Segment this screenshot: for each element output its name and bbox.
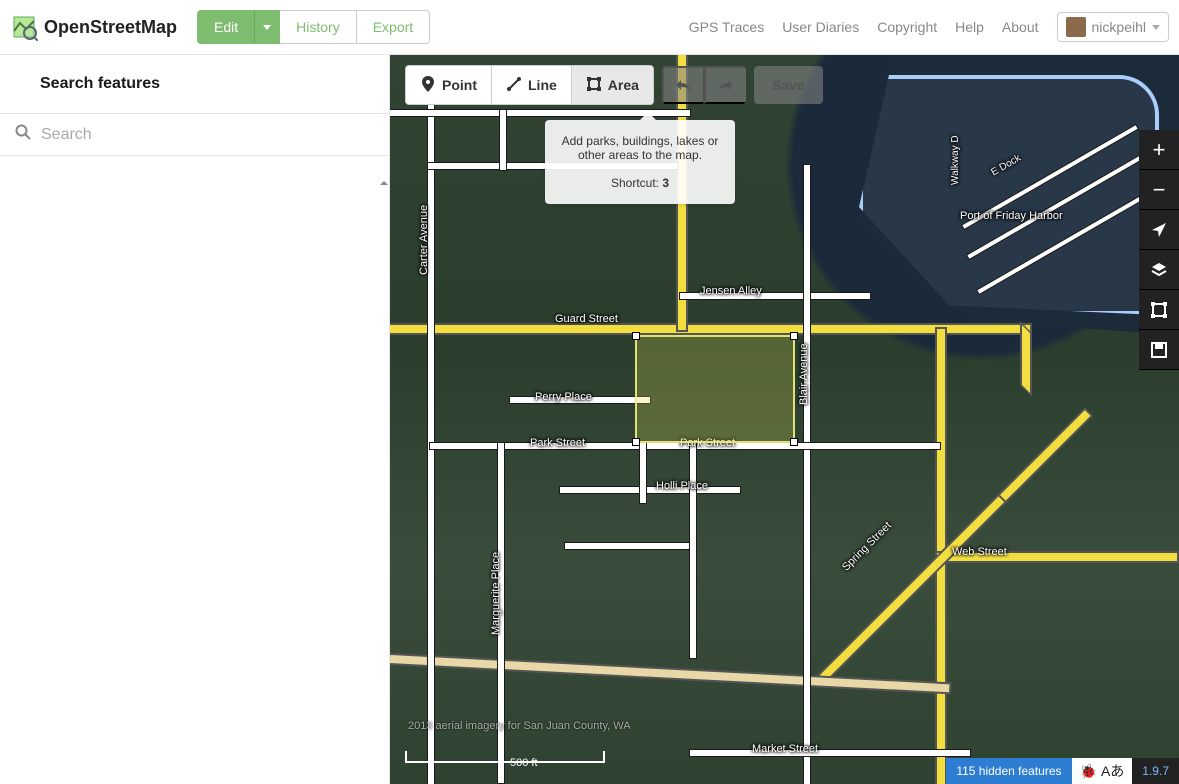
- secondary-nav: GPS Traces User Diaries Copyright Help A…: [689, 12, 1169, 42]
- copyright-link[interactable]: Copyright: [877, 19, 937, 35]
- map-controls: + −: [1139, 130, 1179, 370]
- label-port: Port of Friday Harbor: [960, 210, 1063, 222]
- label-web-street: Web Street: [952, 546, 1007, 558]
- area-tool-button[interactable]: Area: [572, 66, 653, 104]
- label-market-street: Market Street: [752, 743, 818, 755]
- feedback-button[interactable]: 🐞Aあ: [1072, 758, 1133, 784]
- redo-button[interactable]: [704, 66, 746, 104]
- draw-tool-group: Point Line Area: [405, 65, 654, 105]
- layers-button[interactable]: [1139, 250, 1179, 290]
- road-segment[interactable]: [640, 443, 646, 503]
- translate-icon: Aあ: [1101, 761, 1124, 781]
- sidebar-scrollbar[interactable]: [379, 175, 389, 225]
- caret-down-icon: [1152, 25, 1160, 30]
- scale-label: 500 ft: [510, 757, 538, 769]
- minus-icon: −: [1153, 179, 1166, 201]
- username: nickpeihl: [1092, 19, 1146, 35]
- plus-icon: +: [1153, 139, 1166, 161]
- area-tooltip: Add parks, buildings, lakes or other are…: [545, 120, 735, 204]
- sidebar-title: Search features: [0, 55, 389, 113]
- brand-text: OpenStreetMap: [44, 17, 177, 38]
- line-tool-button[interactable]: Line: [492, 66, 572, 104]
- pin-icon: [420, 76, 436, 95]
- point-tool-button[interactable]: Point: [406, 66, 492, 104]
- gps-traces-link[interactable]: GPS Traces: [689, 19, 764, 35]
- label-perry-place: Perry Place: [535, 391, 592, 403]
- primary-nav: Edit History Export: [197, 10, 430, 44]
- map-data-button[interactable]: [1139, 290, 1179, 330]
- editor-toolbar: Point Line Area Save: [405, 65, 823, 105]
- selected-area[interactable]: [635, 335, 795, 443]
- caret-down-icon: [263, 25, 271, 30]
- edit-dropdown-button[interactable]: [254, 10, 280, 44]
- user-menu[interactable]: nickpeihl: [1057, 12, 1169, 42]
- search-row: [0, 113, 389, 156]
- zoom-out-button[interactable]: −: [1139, 170, 1179, 210]
- scale-bar: 500 ft: [405, 751, 605, 769]
- tooltip-text: Add parks, buildings, lakes or other are…: [555, 134, 725, 162]
- label-carter-avenue: Carter Avenue: [418, 205, 430, 275]
- label-holli-place: Holli Place: [656, 480, 708, 492]
- road-carter-avenue[interactable]: [428, 75, 434, 784]
- road-market-street[interactable]: [690, 750, 970, 756]
- hidden-features-button[interactable]: 115 hidden features: [946, 758, 1071, 784]
- help-link[interactable]: Help: [955, 19, 984, 35]
- bug-icon: 🐞: [1080, 763, 1097, 780]
- save-to-device-icon: [1150, 341, 1168, 359]
- save-button[interactable]: Save: [754, 66, 823, 104]
- search-icon: [15, 124, 31, 145]
- resize-handle[interactable]: [790, 332, 798, 340]
- version-label[interactable]: 1.9.7: [1132, 758, 1179, 784]
- area-label: Area: [608, 77, 639, 93]
- resize-handle[interactable]: [632, 438, 640, 446]
- sidebar: Search features: [0, 55, 390, 784]
- map-data-icon: [1150, 301, 1168, 319]
- point-label: Point: [442, 77, 477, 93]
- export-button[interactable]: Export: [357, 10, 430, 44]
- zoom-in-button[interactable]: +: [1139, 130, 1179, 170]
- resize-handle[interactable]: [632, 332, 640, 340]
- scroll-up-icon: [379, 175, 389, 192]
- user-diaries-link[interactable]: User Diaries: [782, 19, 859, 35]
- label-park-street: Park Street: [530, 437, 585, 449]
- history-button[interactable]: History: [280, 10, 357, 44]
- road-segment[interactable]: [500, 110, 506, 170]
- area-icon: [586, 76, 602, 95]
- label-marguerite-place: Marguerite Place: [490, 552, 502, 635]
- geolocate-button[interactable]: [1139, 210, 1179, 250]
- map-footer: 115 hidden features 🐞Aあ 1.9.7: [946, 758, 1179, 784]
- label-walkway-d: Walkway D: [950, 135, 961, 185]
- road-guard-street[interactable]: [390, 325, 1030, 333]
- label-guard-street: Guard Street: [555, 313, 618, 325]
- road-segment[interactable]: [1022, 325, 1030, 393]
- undo-button[interactable]: [662, 66, 704, 104]
- road-blair-avenue[interactable]: [804, 165, 810, 784]
- imagery-attribution: 2013 aerial imagery for San Juan County,…: [408, 720, 631, 732]
- line-label: Line: [528, 77, 557, 93]
- location-arrow-icon: [1150, 221, 1168, 239]
- brand[interactable]: OpenStreetMap: [10, 13, 177, 41]
- map-canvas[interactable]: Guard Street Carter Avenue Perry Place P…: [390, 55, 1179, 784]
- undo-redo-group: [662, 66, 746, 104]
- label-jensen-alley: Jensen Alley: [700, 285, 762, 297]
- layers-icon: [1150, 261, 1168, 279]
- about-link[interactable]: About: [1002, 19, 1039, 35]
- search-input[interactable]: [41, 126, 374, 144]
- line-icon: [506, 76, 522, 95]
- osm-logo-icon: [10, 13, 38, 41]
- label-blair-avenue: Blair Avenue: [798, 343, 810, 405]
- save-wrap: Save: [754, 66, 823, 104]
- tooltip-shortcut: Shortcut: 3: [555, 176, 725, 190]
- road-segment[interactable]: [690, 443, 696, 658]
- edit-button[interactable]: Edit: [197, 10, 254, 44]
- resize-handle[interactable]: [790, 438, 798, 446]
- avatar: [1066, 17, 1086, 37]
- top-navbar: OpenStreetMap Edit History Export GPS Tr…: [0, 0, 1179, 55]
- help-button[interactable]: [1139, 330, 1179, 370]
- road-segment[interactable]: [565, 543, 695, 549]
- road-holli-place[interactable]: [560, 487, 740, 493]
